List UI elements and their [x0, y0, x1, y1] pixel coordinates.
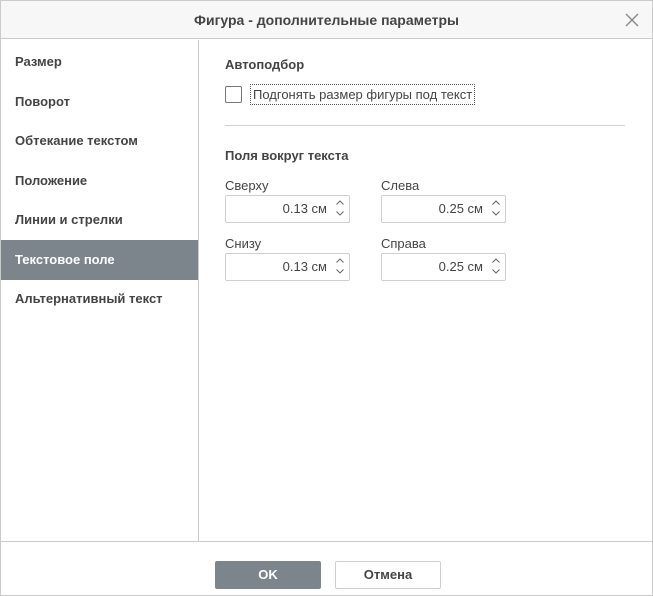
- spinner-down-icon[interactable]: [489, 267, 503, 278]
- sidebar-item-lines-arrows[interactable]: Линии и стрелки: [1, 200, 198, 240]
- sidebar-item-size[interactable]: Размер: [1, 42, 198, 82]
- spinner-up-icon[interactable]: [489, 198, 503, 209]
- settings-sidebar: Размер Поворот Обтекание текстом Положен…: [1, 40, 199, 541]
- dialog-footer: OK Отмена: [1, 541, 652, 595]
- spinner-down-icon[interactable]: [333, 209, 347, 220]
- spinner-down-icon[interactable]: [489, 209, 503, 220]
- cancel-button[interactable]: Отмена: [335, 561, 441, 589]
- sidebar-item-position[interactable]: Положение: [1, 161, 198, 201]
- margin-left-spinner[interactable]: 0.25 см: [381, 195, 506, 223]
- spinner-down-icon[interactable]: [333, 267, 347, 278]
- autofit-title: Автоподбор: [225, 57, 305, 72]
- ok-button[interactable]: OK: [215, 561, 321, 589]
- spinner-up-icon[interactable]: [489, 256, 503, 267]
- margins-title: Поля вокруг текста: [225, 148, 349, 163]
- margin-top-spinner[interactable]: 0.13 см: [225, 195, 350, 223]
- sidebar-item-text-box[interactable]: Текстовое поле: [1, 240, 198, 280]
- close-icon[interactable]: [622, 10, 642, 30]
- spinner-up-icon[interactable]: [333, 256, 347, 267]
- margin-bottom-label: Снизу: [225, 236, 262, 251]
- section-divider: [225, 125, 625, 126]
- autofit-checkbox-label[interactable]: Подгонять размер фигуры под текст: [250, 84, 476, 105]
- advanced-settings-dialog: Фигура - дополнительные параметры Размер…: [0, 0, 653, 596]
- sidebar-item-rotation[interactable]: Поворот: [1, 82, 198, 122]
- autofit-checkbox[interactable]: [225, 86, 242, 103]
- margin-bottom-spinner[interactable]: 0.13 см: [225, 253, 350, 281]
- margin-top-label: Сверху: [225, 178, 269, 193]
- sidebar-item-text-wrapping[interactable]: Обтекание текстом: [1, 121, 198, 161]
- settings-content: Автоподбор Подгонять размер фигуры под т…: [200, 40, 652, 541]
- margin-right-label: Справа: [381, 236, 426, 251]
- dialog-title: Фигура - дополнительные параметры: [194, 12, 459, 28]
- margin-bottom-value[interactable]: 0.13 см: [283, 254, 327, 280]
- margin-right-value[interactable]: 0.25 см: [439, 254, 483, 280]
- spinner-up-icon[interactable]: [333, 198, 347, 209]
- dialog-header: Фигура - дополнительные параметры: [1, 1, 652, 39]
- margin-left-label: Слева: [381, 178, 420, 193]
- margin-left-value[interactable]: 0.25 см: [439, 196, 483, 222]
- margin-top-value[interactable]: 0.13 см: [283, 196, 327, 222]
- sidebar-item-alt-text[interactable]: Альтернативный текст: [1, 279, 198, 319]
- margin-right-spinner[interactable]: 0.25 см: [381, 253, 506, 281]
